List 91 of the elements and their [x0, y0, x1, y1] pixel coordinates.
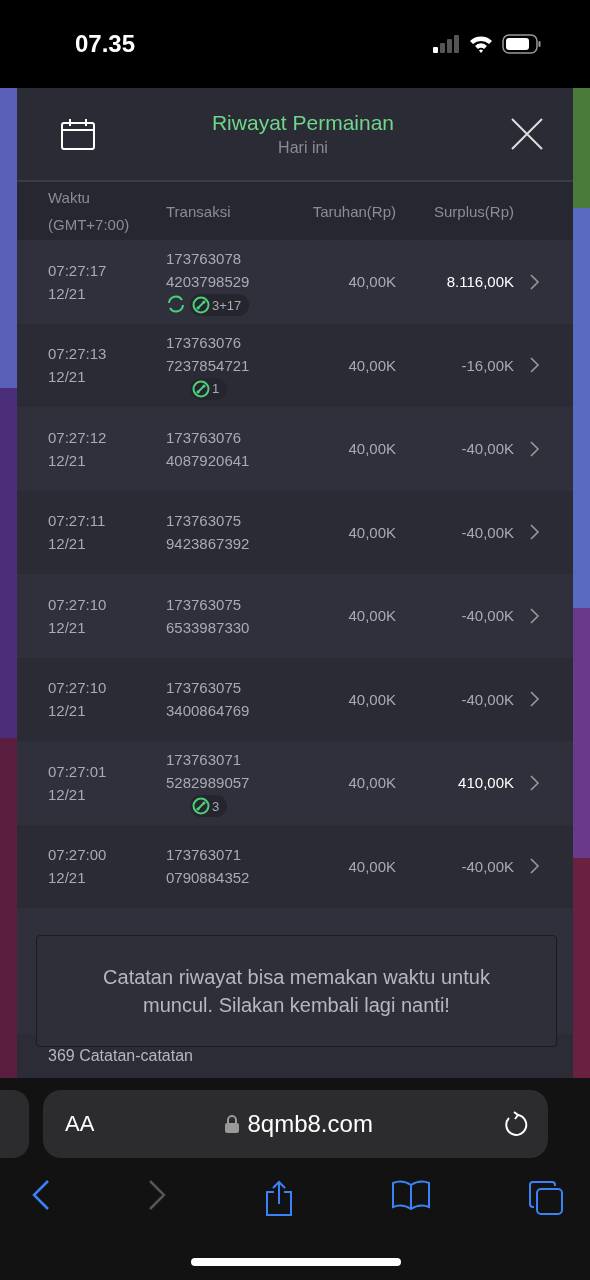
- lock-icon: [225, 1115, 240, 1133]
- surplus-amount: -40,00K: [460, 523, 514, 541]
- transaction-id: 173763076: [166, 332, 243, 353]
- row-time: 07:27:10: [48, 594, 108, 615]
- bet-amount: 40,00K: [347, 607, 396, 625]
- transaction-id: 173763076: [166, 427, 243, 448]
- transaction-id: 173763078: [166, 249, 243, 270]
- row-time: 07:27:11: [48, 511, 107, 532]
- surplus-amount: -40,00K: [460, 440, 514, 458]
- chevron-right-icon[interactable]: [530, 440, 540, 457]
- row-time: 07:27:12: [48, 427, 108, 448]
- tabs-icon[interactable]: [528, 1180, 564, 1216]
- signal-icon: [433, 35, 460, 53]
- share-icon[interactable]: [264, 1180, 294, 1216]
- row-date: 12/21: [48, 617, 87, 638]
- row-date: 12/21: [48, 701, 87, 722]
- transaction-id: 173763071: [166, 750, 243, 771]
- url-text: 8qmb8.com: [247, 1110, 373, 1138]
- toast-message: Catatan riwayat bisa memakan waktu untuk muncul. Silakan kembali lagi nanti!: [36, 935, 557, 1047]
- ball-icon: [192, 797, 210, 816]
- bet-amount: 40,00K: [347, 523, 396, 541]
- transaction-id: 4087920641: [166, 450, 251, 471]
- row-date: 12/21: [48, 450, 87, 471]
- transaction-id: 0790884352: [166, 868, 251, 889]
- history-row[interactable]: 07:27:17 12/21 173763078 4203798529 3+17 40,00K 8.116,00K: [17, 240, 573, 324]
- date-filter: Hari ini: [278, 139, 328, 157]
- dialog-title: Riwayat Permainan: [211, 111, 395, 135]
- row-time: 07:27:01: [48, 761, 108, 782]
- column-header: Waktu: [48, 188, 91, 208]
- chevron-right-icon[interactable]: [530, 858, 540, 875]
- transaction-id: 9423867392: [166, 534, 251, 555]
- row-time: 07:27:10: [48, 678, 108, 699]
- bet-amount: 40,00K: [347, 440, 396, 458]
- transaction-id: 173763075: [166, 594, 243, 615]
- row-date: 12/21: [48, 534, 87, 555]
- surplus-amount: -16,00K: [460, 356, 514, 374]
- bet-amount: 40,00K: [347, 774, 396, 792]
- ball-icon: [192, 296, 210, 315]
- history-row[interactable]: 07:27:01 12/21 173763071 5282989057 3 40,00K 410,00K: [17, 741, 573, 825]
- bet-amount: 40,00K: [347, 273, 396, 291]
- transaction-id: 173763075: [166, 678, 243, 699]
- column-header: (GMT+7:00): [48, 215, 131, 235]
- transaction-id: 5282989057: [166, 773, 251, 794]
- transaction-id: 4203798529: [166, 272, 251, 293]
- battery-icon: [502, 34, 542, 54]
- row-time: 07:27:17: [48, 260, 108, 281]
- surplus-amount: -40,00K: [460, 690, 514, 708]
- transaction-id: 7237854721: [166, 355, 251, 376]
- history-row[interactable]: 07:27:12 12/21 173763076 4087920641 40,00K -40,00K: [17, 407, 573, 491]
- row-date: 12/21: [48, 784, 87, 805]
- text-size-button[interactable]: AA: [65, 1111, 95, 1137]
- row-date: 12/21: [48, 868, 87, 889]
- calendar-icon[interactable]: [61, 118, 95, 150]
- forward-icon[interactable]: [148, 1180, 166, 1210]
- chevron-right-icon[interactable]: [530, 691, 540, 708]
- ball-icon: [192, 379, 210, 398]
- count-badge: 3: [190, 795, 228, 818]
- surplus-amount: 8.116,00K: [445, 273, 514, 291]
- chevron-right-icon[interactable]: [530, 524, 540, 541]
- transaction-id: 173763075: [166, 511, 243, 532]
- row-time: 07:27:13: [48, 344, 108, 365]
- transaction-id: 6533987330: [166, 617, 251, 638]
- bet-amount: 40,00K: [347, 857, 396, 875]
- address-bar[interactable]: AA 8qmb8.com: [43, 1090, 548, 1158]
- column-header: Taruhan(Rp): [311, 201, 396, 222]
- chevron-right-icon[interactable]: [530, 357, 540, 374]
- transaction-id: 3400864769: [166, 701, 251, 722]
- surplus-amount: -40,00K: [460, 607, 514, 625]
- surplus-amount: -40,00K: [460, 857, 514, 875]
- column-header: Transaksi: [166, 201, 232, 222]
- chevron-right-icon[interactable]: [530, 774, 540, 791]
- transaction-id: 173763071: [166, 845, 243, 866]
- bet-amount: 40,00K: [347, 690, 396, 708]
- surplus-amount: 410,00K: [457, 774, 514, 792]
- count-badge: 1: [190, 377, 228, 400]
- wifi-icon: [469, 35, 493, 53]
- record-count: 369 Catatan-catatan: [48, 1047, 193, 1065]
- column-header: Surplus(Rp): [432, 201, 514, 222]
- reload-icon[interactable]: [504, 1111, 528, 1137]
- clock: 07.35: [75, 30, 136, 58]
- bet-amount: 40,00K: [347, 356, 396, 374]
- back-icon[interactable]: [32, 1180, 50, 1210]
- count-badge: 3+17: [190, 294, 250, 317]
- book-icon[interactable]: [392, 1180, 430, 1210]
- chevron-right-icon[interactable]: [530, 273, 540, 290]
- close-icon[interactable]: [511, 118, 543, 150]
- row-date: 12/21: [48, 367, 87, 388]
- chevron-right-icon[interactable]: [530, 607, 540, 624]
- row-date: 12/21: [48, 283, 87, 304]
- history-row[interactable]: 07:27:10 12/21 173763075 6533987330 40,00K -40,00K: [17, 574, 573, 658]
- row-time: 07:27:00: [48, 845, 108, 866]
